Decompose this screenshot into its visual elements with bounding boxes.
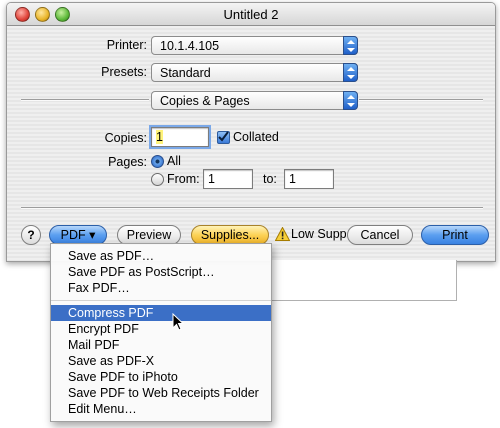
printer-label: Printer:: [106, 38, 147, 52]
bottom-divider: [21, 207, 483, 209]
presets-popup[interactable]: Standard: [151, 63, 358, 82]
window-title: Untitled 2: [223, 7, 279, 22]
pane-popup[interactable]: Copies & Pages: [151, 91, 358, 110]
menu-item-label: Save PDF to iPhoto: [68, 370, 178, 384]
title-bar: Untitled 2: [7, 3, 495, 26]
menu-item-label: Save as PDF…: [68, 249, 155, 263]
to-field[interactable]: 1: [284, 169, 334, 189]
pdf-button[interactable]: PDF ▾: [49, 225, 107, 245]
from-value: 1: [208, 172, 215, 186]
presets-value: Standard: [160, 66, 211, 80]
copies-value: 1: [156, 130, 163, 144]
low-supplies-label: Low Suppl: [291, 227, 346, 241]
divider-left: [21, 99, 149, 101]
menu-item-label: Mail PDF: [68, 338, 120, 352]
menu-item-fax-pdf[interactable]: Fax PDF…: [51, 280, 271, 296]
print-button[interactable]: Print: [421, 225, 489, 245]
menu-separator: [51, 300, 271, 301]
pages-to-label: to:: [263, 172, 277, 186]
pages-from-label: From:: [167, 172, 200, 186]
divider-right: [359, 99, 483, 101]
menu-item-save-as-pdf[interactable]: Save as PDF…: [51, 248, 271, 264]
menu-item-save-pdf-as-postscript[interactable]: Save PDF as PostScript…: [51, 264, 271, 280]
pdf-menu: Save as PDF… Save PDF as PostScript… Fax…: [50, 243, 272, 422]
pages-from-radio[interactable]: [151, 173, 164, 186]
menu-item-mail-pdf[interactable]: Mail PDF: [51, 337, 271, 353]
menu-item-label: Fax PDF…: [68, 281, 130, 295]
cancel-button[interactable]: Cancel: [347, 225, 413, 245]
menu-item-label: Save PDF to Web Receipts Folder: [68, 386, 259, 400]
collated-label: Collated: [233, 130, 279, 144]
collated-checkbox[interactable]: [217, 131, 230, 144]
presets-label: Presets:: [101, 65, 147, 79]
menu-item-edit-menu[interactable]: Edit Menu…: [51, 401, 271, 417]
menu-item-save-as-pdf-x[interactable]: Save as PDF-X: [51, 353, 271, 369]
preview-button[interactable]: Preview: [117, 225, 181, 245]
up-down-arrows-icon: [343, 36, 358, 55]
pages-all-label: All: [167, 154, 181, 168]
menu-item-label: Save PDF as PostScript…: [68, 265, 215, 279]
menu-item-label: Save as PDF-X: [68, 354, 155, 368]
menu-item-save-pdf-to-iphoto[interactable]: Save PDF to iPhoto: [51, 369, 271, 385]
printer-value: 10.1.4.105: [160, 39, 220, 53]
warning-icon: [274, 226, 291, 244]
print-dialog-window: Untitled 2 Printer: 10.1.4.105 Presets: …: [6, 2, 496, 262]
up-down-arrows-icon: [343, 63, 358, 82]
pages-label: Pages:: [108, 155, 147, 169]
copies-field[interactable]: 1: [151, 127, 209, 147]
menu-item-compress-pdf[interactable]: Compress PDF: [51, 305, 271, 321]
menu-item-encrypt-pdf[interactable]: Encrypt PDF: [51, 321, 271, 337]
copies-label: Copies:: [104, 131, 147, 145]
pages-all-radio[interactable]: [151, 155, 164, 168]
up-down-arrows-icon: [343, 91, 358, 110]
supplies-button[interactable]: Supplies...: [191, 225, 269, 245]
document-area: [270, 260, 457, 301]
to-value: 1: [289, 172, 296, 186]
pane-value: Copies & Pages: [160, 94, 250, 108]
printer-popup[interactable]: 10.1.4.105: [151, 36, 358, 55]
pointer-cursor-icon: [172, 312, 185, 334]
help-button[interactable]: ?: [21, 225, 41, 245]
menu-item-save-pdf-to-web-receipts[interactable]: Save PDF to Web Receipts Folder: [51, 385, 271, 401]
menu-item-label: Edit Menu…: [68, 402, 137, 416]
from-field[interactable]: 1: [203, 169, 253, 189]
menu-item-label: Compress PDF: [68, 306, 154, 320]
menu-item-label: Encrypt PDF: [68, 322, 139, 336]
